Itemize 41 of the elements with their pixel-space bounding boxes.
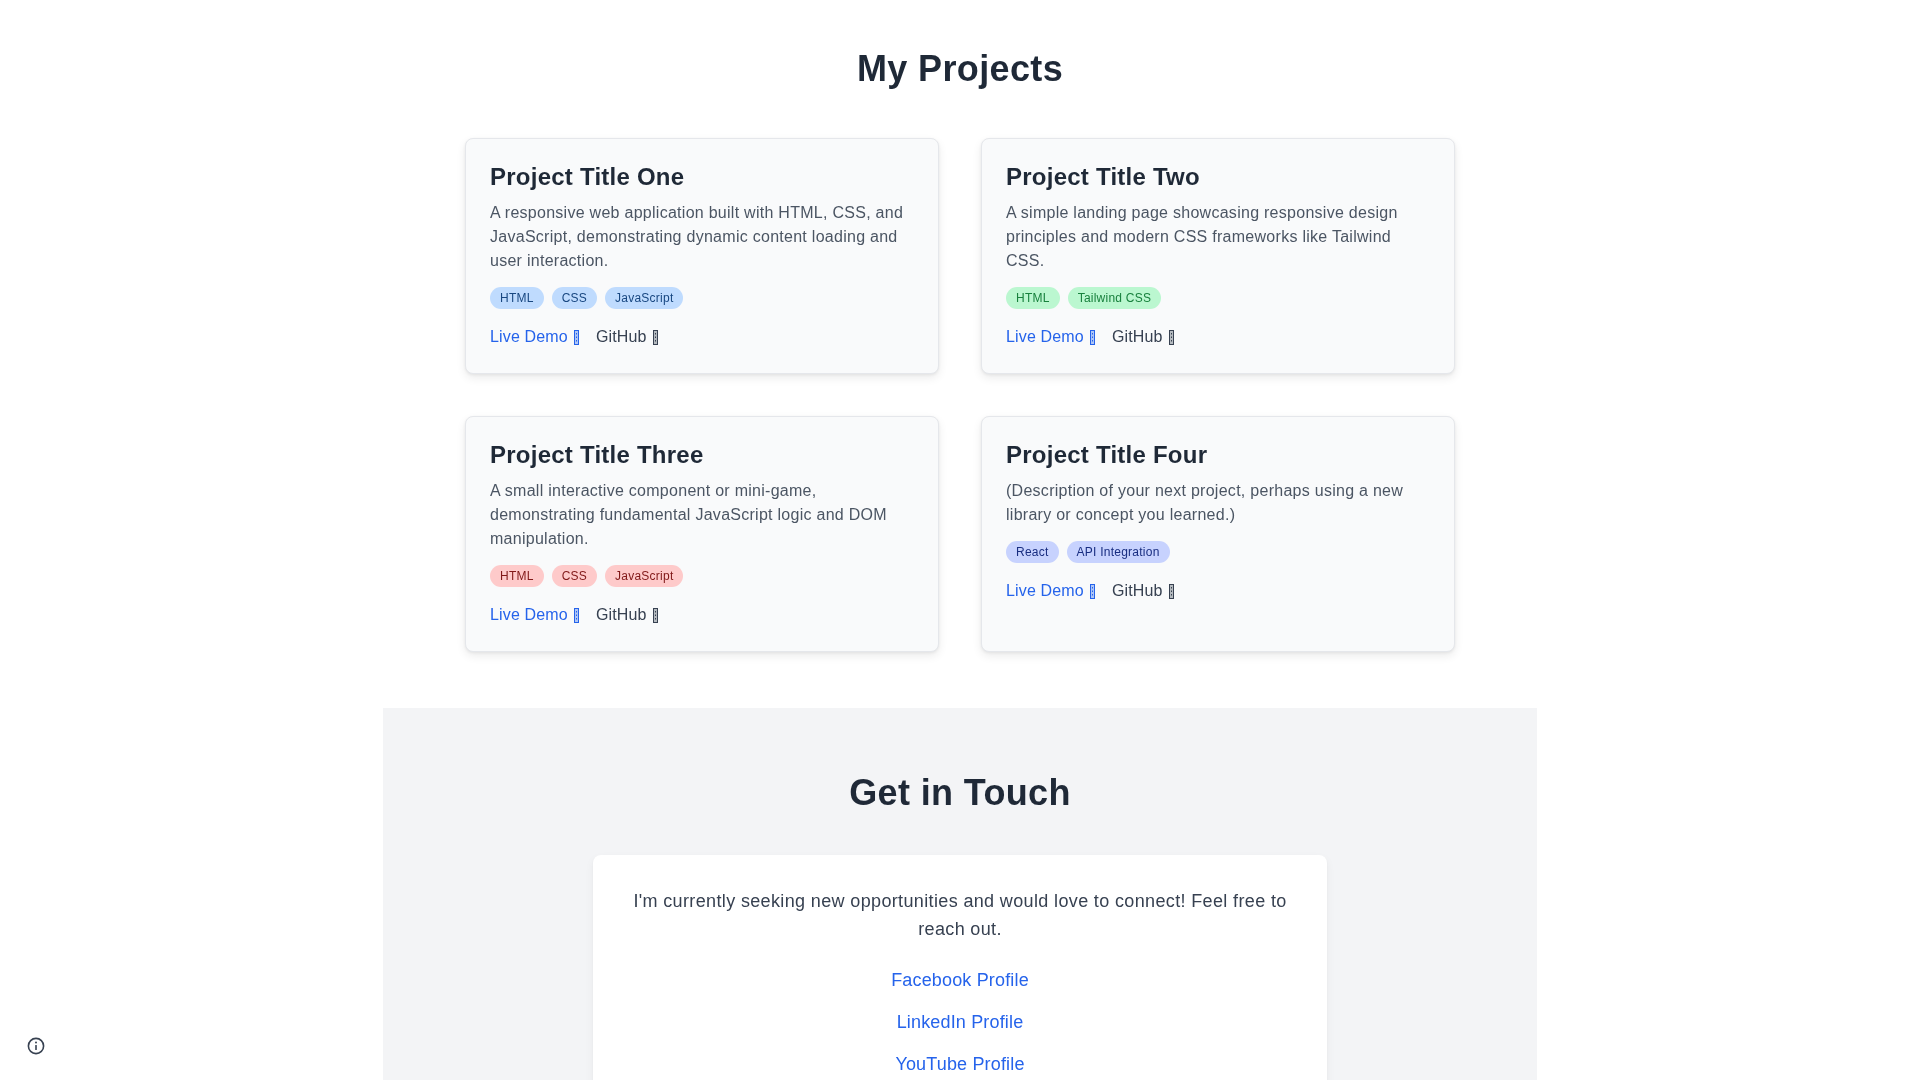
missing-glyph-icon bbox=[573, 329, 579, 345]
missing-glyph-icon bbox=[1089, 583, 1095, 599]
repository-link[interactable]: GitHub bbox=[595, 325, 658, 349]
technology-tag: JavaScript bbox=[605, 565, 684, 587]
missing-glyph-icon bbox=[652, 607, 658, 623]
profile-link[interactable]: LinkedIn Profile bbox=[896, 1008, 1024, 1036]
profile-link[interactable]: Facebook Profile bbox=[891, 966, 1029, 994]
project-title: Project Title One bbox=[490, 162, 686, 192]
technology-tag: HTML bbox=[490, 565, 544, 587]
project-title: Project Title Two bbox=[1006, 162, 1201, 192]
technology-tag: CSS bbox=[551, 287, 598, 309]
project-description: (Description of your next project, perhaps using a new library or concept you learned.) bbox=[1006, 481, 1405, 525]
technology-tag: HTML bbox=[1006, 287, 1060, 309]
live-demo-link[interactable]: Live Demo bbox=[490, 603, 579, 627]
technology-tag: Tailwind CSS bbox=[1067, 287, 1162, 309]
profile-link[interactable]: YouTube Profile bbox=[895, 1050, 1025, 1078]
live-demo-link[interactable]: Live Demo bbox=[490, 325, 579, 349]
section-heading: My Projects bbox=[856, 47, 1063, 91]
project-title: Project Title Four bbox=[1006, 440, 1209, 470]
repository-link[interactable]: GitHub bbox=[1111, 579, 1174, 603]
project-description: A responsive web application built with HTML, CSS, and JavaScript, demonstrating dynamic content loading and user interaction. bbox=[490, 203, 905, 271]
repository-link[interactable]: GitHub bbox=[1111, 325, 1174, 349]
technology-tag: CSS bbox=[551, 565, 598, 587]
missing-glyph-icon bbox=[652, 329, 658, 345]
missing-glyph-icon bbox=[1168, 583, 1174, 599]
section-heading: Get in Touch bbox=[849, 771, 1071, 815]
technology-tag: React bbox=[1006, 541, 1059, 563]
technology-tag: JavaScript bbox=[605, 287, 684, 309]
technology-tag: API Integration bbox=[1066, 541, 1170, 563]
technology-tag: HTML bbox=[490, 287, 544, 309]
live-demo-link[interactable]: Live Demo bbox=[1006, 579, 1095, 603]
info-icon[interactable] bbox=[27, 1037, 45, 1055]
missing-glyph-icon bbox=[1089, 329, 1095, 345]
repository-link[interactable]: GitHub bbox=[595, 603, 658, 627]
contact-message: I'm currently seeking new opportunities and would love to connect! Feel free to reach out. bbox=[632, 890, 1288, 941]
missing-glyph-icon bbox=[1168, 329, 1174, 345]
project-title: Project Title Three bbox=[490, 440, 705, 470]
missing-glyph-icon bbox=[573, 607, 579, 623]
live-demo-link[interactable]: Live Demo bbox=[1006, 325, 1095, 349]
project-description: A small interactive component or mini-game, demonstrating fundamental JavaScript logic and DOM manipulation. bbox=[490, 481, 888, 549]
project-description: A simple landing page showcasing responsive design principles and modern CSS frameworks like Tailwind CSS. bbox=[1006, 203, 1399, 271]
